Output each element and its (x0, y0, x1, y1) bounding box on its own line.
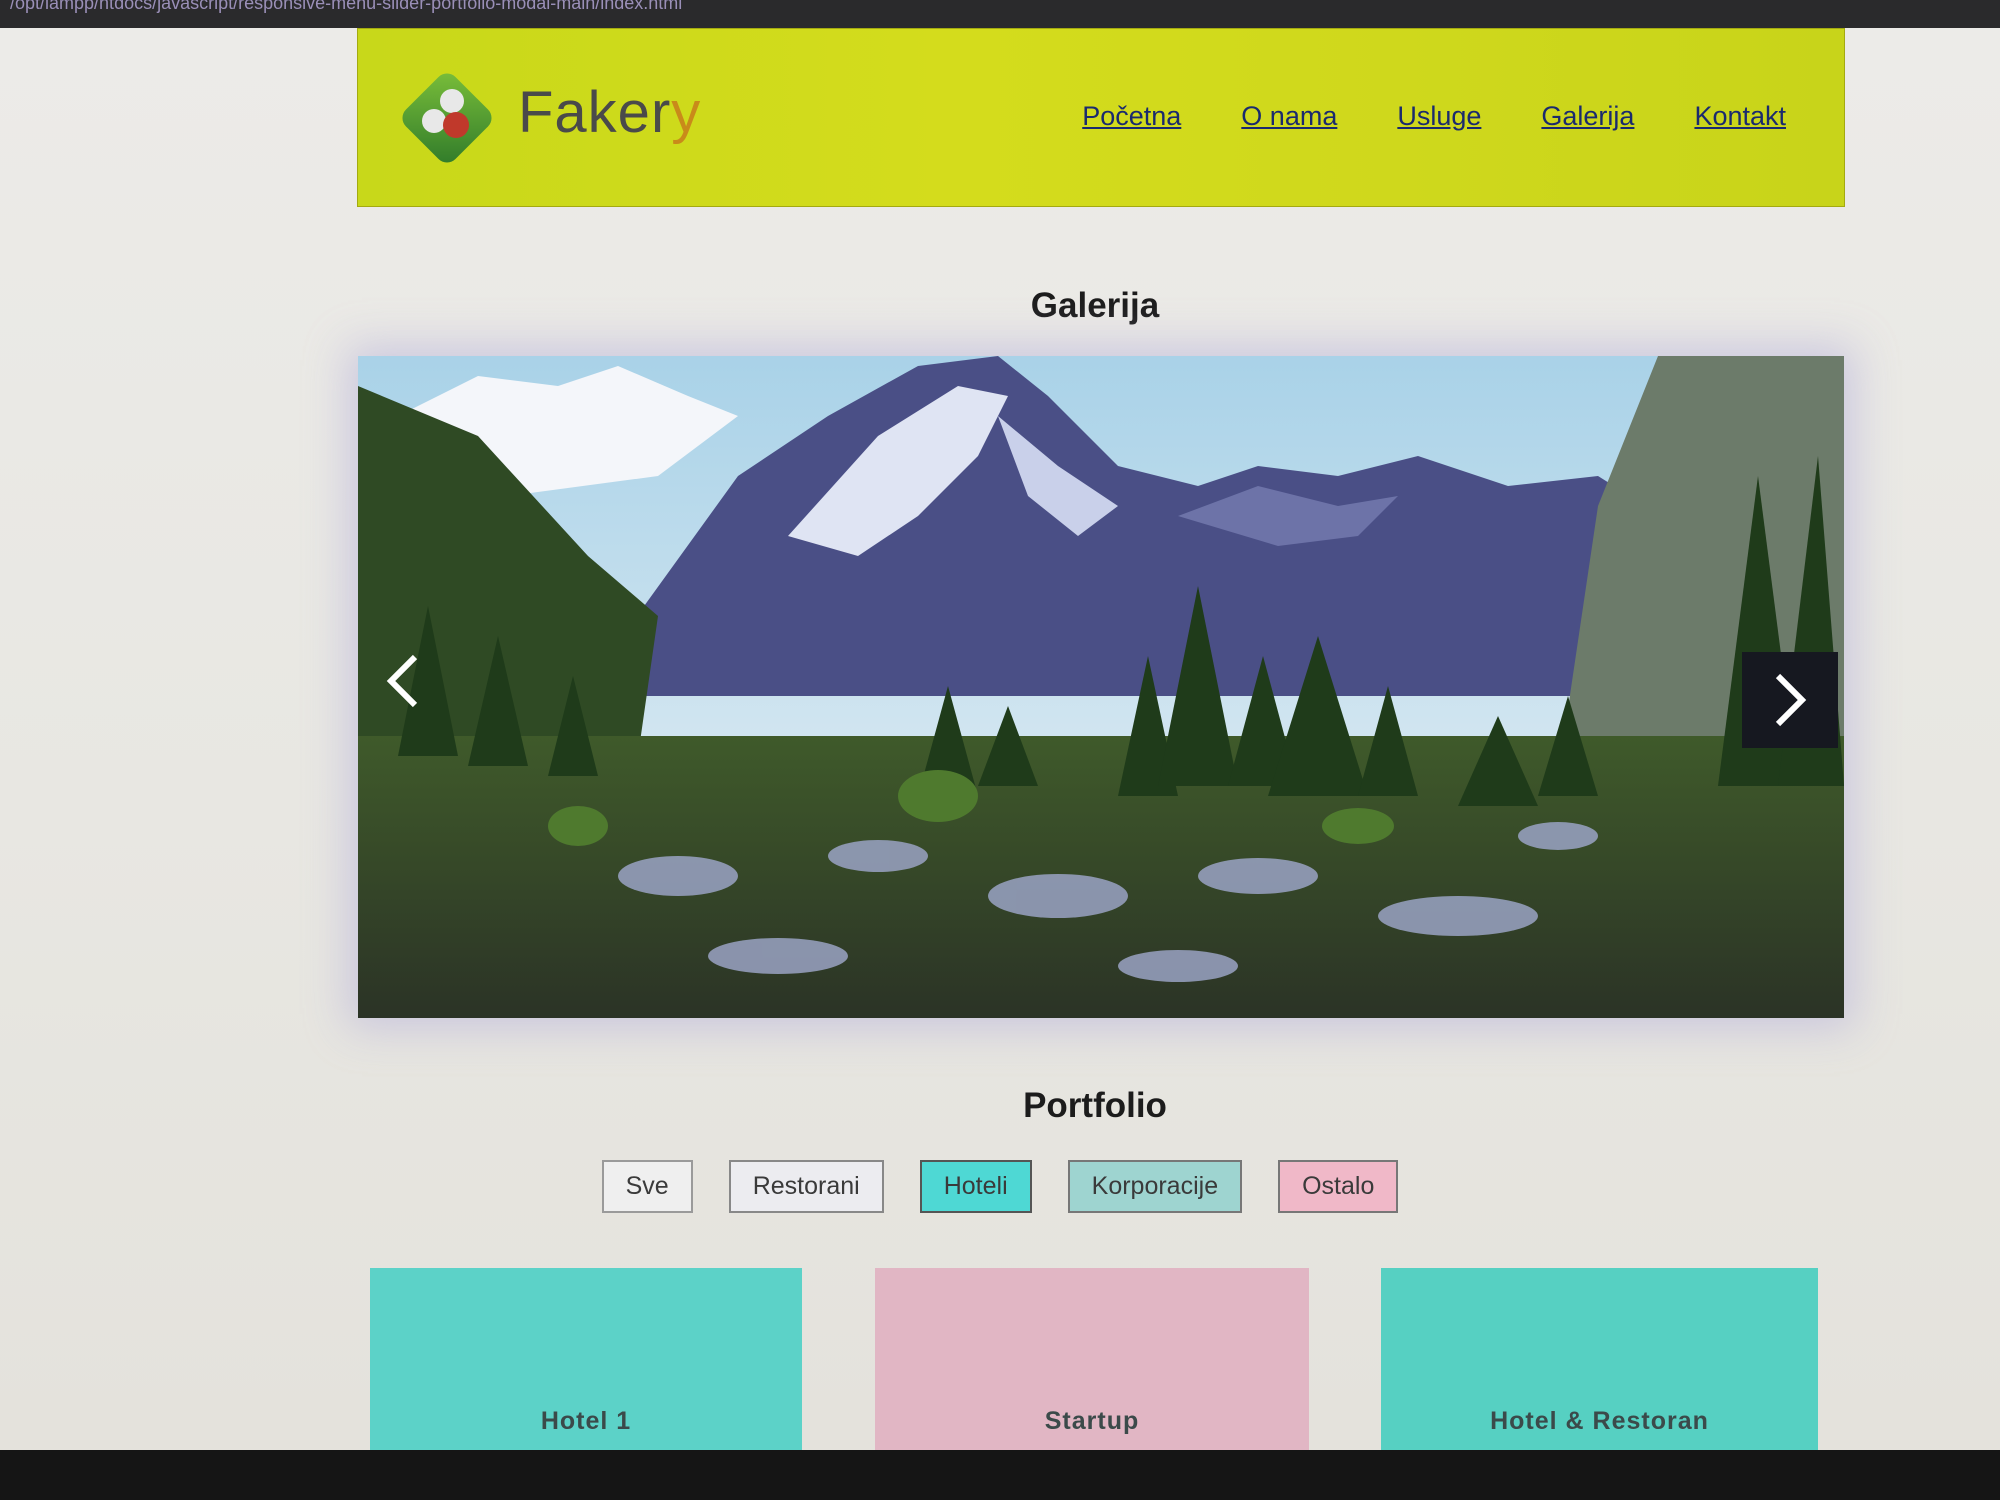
portfolio-filters: Sve Restorani Hoteli Korporacije Ostalo (0, 1160, 2000, 1213)
portfolio-title: Portfolio (1023, 1086, 1167, 1125)
gallery-title: Galerija (1030, 286, 1160, 325)
filter-sve-button[interactable]: Sve (601, 1160, 693, 1213)
logo-text-accent: y (671, 80, 702, 145)
portfolio-card-hotel-restoran[interactable]: Hotel & Restoran (1381, 1268, 1818, 1450)
screen-bottom-bezel (0, 1450, 2000, 1500)
portfolio-card-title: Startup (1044, 1407, 1140, 1435)
filter-restorani-button[interactable]: Restorani (728, 1160, 884, 1213)
logo-text[interactable]: Fakery (518, 79, 701, 146)
portfolio-card-hotel-1[interactable]: Hotel 1 (370, 1268, 802, 1450)
logo-icon[interactable] (394, 65, 500, 171)
portfolio-card-startup[interactable]: Startup (875, 1268, 1309, 1450)
logo-text-main: Faker (518, 80, 672, 145)
nav-link-o-nama[interactable]: O nama (1241, 101, 1337, 132)
nav-link-pocetna[interactable]: Početna (1082, 101, 1181, 132)
filter-hoteli-button[interactable]: Hoteli (919, 1160, 1032, 1213)
nav-link-kontakt[interactable]: Kontakt (1694, 101, 1786, 132)
portfolio-card-title: Hotel 1 (540, 1407, 632, 1435)
filter-ostalo-button[interactable]: Ostalo (1278, 1160, 1399, 1213)
page-viewport: Fakery Početna O nama Usluge Galerija Ko… (0, 28, 2000, 1450)
chevron-left-icon (386, 654, 418, 708)
nav-link-galerija[interactable]: Galerija (1541, 101, 1634, 132)
chevron-right-icon (1775, 673, 1807, 727)
portfolio-card-title: Hotel & Restoran (1490, 1407, 1709, 1435)
image-slider (358, 356, 1844, 1018)
address-path-text: /opt/lampp/htdocs/javascript/responsive-… (10, 0, 683, 13)
slider-prev-button[interactable] (368, 636, 438, 726)
filter-korporacije-button[interactable]: Korporacije (1067, 1160, 1243, 1213)
site-header: Fakery Početna O nama Usluge Galerija Ko… (357, 28, 1845, 207)
slide-image (358, 356, 1844, 1018)
browser-address-strip: /opt/lampp/htdocs/javascript/responsive-… (0, 0, 2000, 28)
slider-next-button[interactable] (1742, 652, 1838, 748)
nav-link-usluge[interactable]: Usluge (1397, 101, 1481, 132)
main-nav: Početna O nama Usluge Galerija Kontakt (1082, 101, 1786, 132)
